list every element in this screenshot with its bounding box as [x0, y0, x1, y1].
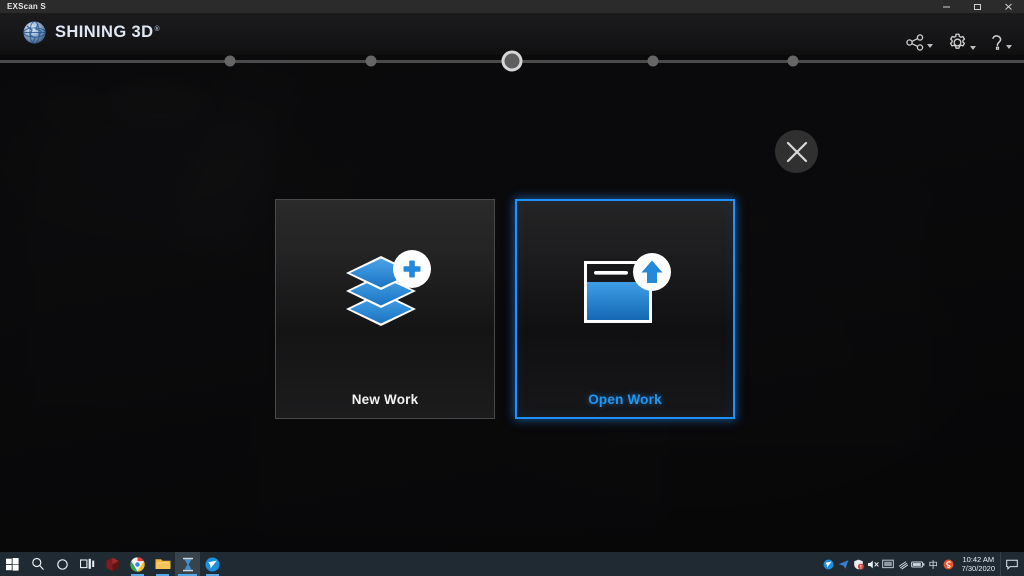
tray-plane-icon[interactable]	[836, 552, 851, 576]
new-layers-plus-icon	[336, 230, 434, 350]
taskbar-app-blue[interactable]	[200, 552, 225, 576]
step-dot-measurement[interactable]	[787, 55, 799, 67]
scanner-icon	[182, 557, 193, 571]
window-title: EXScan S	[7, 2, 46, 11]
tray-network-icon[interactable]	[896, 552, 911, 576]
taskbar-app-list	[0, 552, 225, 576]
red-polyhedron-icon	[106, 557, 119, 571]
brand-name-text: SHINING 3D	[55, 23, 154, 41]
windows-taskbar: 中 10:42 AM 7/30/2020	[0, 552, 1024, 576]
tray-ime-icon[interactable]: 中	[926, 552, 941, 576]
share-icon	[906, 34, 924, 51]
system-tray: 中 10:42 AM 7/30/2020	[821, 552, 1024, 576]
taskbar-clock[interactable]: 10:42 AM 7/30/2020	[956, 552, 1000, 576]
open-work-label: Open Work	[588, 391, 662, 407]
new-work-label: New Work	[351, 391, 419, 407]
taskbar-app-exscan[interactable]	[175, 552, 200, 576]
work-selection-dialog: New Work Open Work	[275, 199, 735, 419]
search-icon	[31, 557, 44, 571]
step-dot-calibration[interactable]	[365, 55, 377, 67]
restore-icon	[974, 4, 981, 10]
settings-button[interactable]	[947, 32, 976, 53]
task-view-button[interactable]	[75, 552, 100, 576]
step-dot-scan[interactable]	[501, 50, 523, 72]
share-button[interactable]	[906, 34, 933, 51]
open-work-card[interactable]: Open Work	[515, 199, 735, 419]
application-window: EXScan S SHINING 3D® New Work Open Work …	[0, 0, 1024, 576]
tray-bird-icon[interactable]	[821, 552, 836, 576]
close-x-icon	[786, 141, 807, 162]
folder-icon	[155, 559, 170, 569]
clock-time: 10:42 AM	[962, 555, 995, 564]
close-window-button[interactable]	[993, 0, 1024, 13]
close-icon	[1005, 3, 1012, 10]
app-header: SHINING 3D®	[0, 13, 1024, 55]
task-view-icon	[80, 558, 95, 569]
tray-security-icon[interactable]	[851, 552, 866, 576]
window-title-bar: EXScan S	[0, 0, 1024, 13]
new-work-card[interactable]: New Work	[275, 199, 495, 419]
clock-date: 7/30/2020	[961, 564, 995, 573]
chrome-icon	[130, 556, 145, 572]
windows-icon	[6, 557, 19, 571]
minimize-button[interactable]	[931, 0, 962, 13]
action-center-button[interactable]	[1000, 552, 1022, 576]
open-folder-upload-icon	[576, 230, 674, 350]
chevron-down-icon	[1006, 45, 1012, 49]
taskbar-app-chrome[interactable]	[125, 552, 150, 576]
tray-battery-icon[interactable]	[911, 552, 926, 576]
notification-icon	[1005, 559, 1018, 570]
start-button[interactable]	[0, 552, 25, 576]
cortana-button[interactable]	[50, 552, 75, 576]
header-icon-group	[906, 32, 1012, 53]
chevron-down-icon	[970, 46, 976, 50]
taskbar-app-3dmodel[interactable]	[100, 552, 125, 576]
tray-sogou-icon[interactable]	[941, 552, 956, 576]
help-icon	[992, 35, 1002, 50]
maximize-button[interactable]	[962, 0, 993, 13]
brand-logo: SHINING 3D®	[22, 20, 160, 45]
chevron-down-icon	[927, 44, 933, 48]
step-dot-device[interactable]	[224, 55, 236, 67]
blue-bird-icon	[205, 557, 220, 571]
dialog-close-button[interactable]	[775, 130, 818, 173]
help-button[interactable]	[990, 33, 1012, 52]
tray-volume-icon[interactable]	[866, 552, 881, 576]
window-controls	[931, 0, 1024, 13]
brand-name: SHINING 3D®	[55, 23, 160, 42]
gear-icon	[949, 33, 966, 49]
step-dot-post-processing[interactable]	[647, 55, 659, 67]
circle-icon	[57, 558, 68, 570]
minimize-icon	[943, 6, 950, 8]
taskbar-app-explorer[interactable]	[150, 552, 175, 576]
globe-icon	[22, 20, 47, 45]
search-button[interactable]	[25, 552, 50, 576]
registered-mark: ®	[154, 25, 160, 33]
tray-display-icon[interactable]	[881, 552, 896, 576]
